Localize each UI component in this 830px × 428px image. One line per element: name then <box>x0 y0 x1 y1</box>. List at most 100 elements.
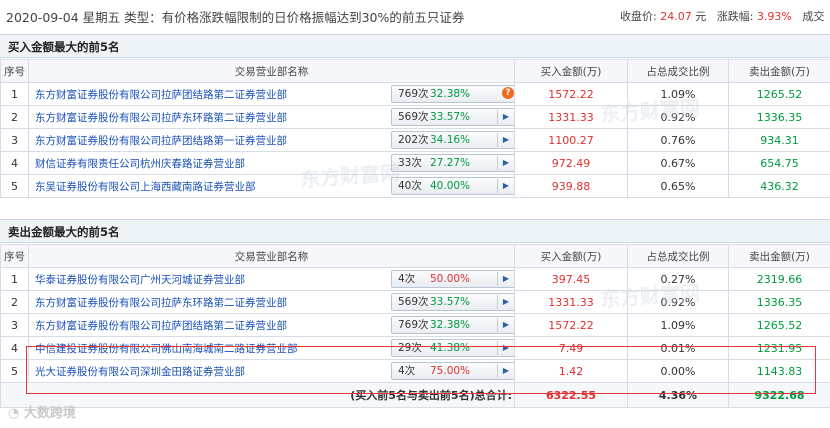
trade-count: 4次 <box>398 365 416 377</box>
branch-stats-button[interactable]: 202次 34.16% ▶ <box>391 131 514 149</box>
expand-arrow-icon[interactable]: ▶ <box>497 156 514 170</box>
branch-stats-button[interactable]: 29次 41.38% ▶ <box>391 339 514 357</box>
row-seq: 3 <box>0 313 29 337</box>
total-row: (买入前5名与卖出前5名)总合计: 6322.55 4.36% 9322.68 <box>0 382 830 408</box>
ratio: 0.92% <box>627 290 729 314</box>
buy-amount: 1572.22 <box>514 313 628 337</box>
trade-count: 769次 <box>398 319 429 331</box>
total-sell: 9322.68 <box>728 382 830 408</box>
sell-amount: 1265.52 <box>728 313 830 337</box>
sell-row: 3 东方财富证券股份有限公司拉萨团结路第二证券营业部 769次 32.38% ▶ 1572… <box>0 313 830 337</box>
branch-stats-button[interactable]: 569次 33.57% ▶ <box>391 108 514 126</box>
trade-count: 4次 <box>398 273 416 285</box>
buy-header-row: 序号 交易营业部名称 买入金额(万) 占总成交比例 卖出金额(万) <box>0 59 830 83</box>
sell-amount: 1336.35 <box>728 105 830 129</box>
expand-arrow-icon[interactable]: ▶ <box>497 133 514 147</box>
branch-stats-button[interactable]: 40次 40.00% ▶ <box>391 177 514 195</box>
branch-stats-button[interactable]: 4次 50.00% ▶ <box>391 270 514 288</box>
watermark-logo: ◔ 大数跨境 <box>8 406 76 421</box>
sell-amount: 1336.35 <box>728 290 830 314</box>
col-buy-amount: 买入金额(万) <box>514 59 628 83</box>
ratio: 0.27% <box>627 267 729 291</box>
sell-amount: 2319.66 <box>728 267 830 291</box>
row-seq: 4 <box>0 336 29 360</box>
buy-amount: 7.49 <box>514 336 628 360</box>
total-ratio: 4.36% <box>627 382 729 408</box>
row-seq: 5 <box>0 359 29 383</box>
branch-link[interactable]: 东吴证券股份有限公司上海西藏南路证券营业部 <box>35 179 256 194</box>
win-rate: 27.27% <box>430 157 471 169</box>
branch-stats-button[interactable]: 33次 27.27% ▶ <box>391 154 514 172</box>
buy-table: 序号 交易营业部名称 买入金额(万) 占总成交比例 卖出金额(万) 1 东方财富证… <box>0 59 830 198</box>
ratio: 0.00% <box>627 359 729 383</box>
row-seq: 3 <box>0 128 29 152</box>
win-rate: 50.00% <box>430 273 471 285</box>
sell-row: 5 光大证券股份有限公司深圳金田路证券营业部 4次 75.00% ▶ 1.42 0.00% 1… <box>0 359 830 383</box>
expand-arrow-icon[interactable]: ▶ <box>497 179 514 193</box>
sell-amount: 1231.95 <box>728 336 830 360</box>
sell-row: 4 中信建投证券股份有限公司佛山南海城南二路证券营业部 29次 41.38% ▶ 7.49… <box>0 336 830 360</box>
ratio: 0.92% <box>627 105 729 129</box>
buy-row: 2 东方财富证券股份有限公司拉萨东环路第二证券营业部 569次 33.57% ▶ 1331… <box>0 105 830 129</box>
branch-link[interactable]: 东方财富证券股份有限公司拉萨东环路第二证券营业部 <box>35 295 287 310</box>
win-rate: 34.16% <box>430 134 471 146</box>
branch-stats-button[interactable]: 569次 33.57% ▶ <box>391 293 514 311</box>
expand-arrow-icon[interactable]: ▶ <box>497 318 514 332</box>
page-title: 2020-09-04 星期五 类型：有价格涨跌幅限制的日价格振幅达到30%的前五… <box>6 10 465 25</box>
header-bar: 2020-09-04 星期五 类型：有价格涨跌幅限制的日价格振幅达到30%的前五… <box>0 0 830 30</box>
col-ratio: 占总成交比例 <box>627 59 729 83</box>
row-seq: 4 <box>0 151 29 175</box>
ratio: 0.65% <box>627 174 729 198</box>
win-rate: 32.38% <box>430 88 471 100</box>
branch-link[interactable]: 财信证券有限责任公司杭州庆春路证券营业部 <box>35 156 245 171</box>
expand-arrow-icon[interactable]: ▶ <box>497 272 514 286</box>
sell-table: 序号 交易营业部名称 买入金额(万) 占总成交比例 卖出金额(万) 1 华泰证券股… <box>0 244 830 408</box>
sell-row: 1 华泰证券股份有限公司广州天河城证券营业部 4次 50.00% ▶ 397.45 0.27… <box>0 267 830 291</box>
col-sell-amount: 卖出金额(万) <box>728 244 830 268</box>
win-rate: 33.57% <box>430 111 471 123</box>
total-buy: 6322.55 <box>514 382 628 408</box>
buy-amount: 1100.27 <box>514 128 628 152</box>
branch-link[interactable]: 华泰证券股份有限公司广州天河城证券营业部 <box>35 272 245 287</box>
win-rate: 33.57% <box>430 296 471 308</box>
buy-row: 1 东方财富证券股份有限公司拉萨团结路第二证券营业部 769次 32.38%? 1572… <box>0 82 830 106</box>
win-rate: 40.00% <box>430 180 471 192</box>
row-seq: 5 <box>0 174 29 198</box>
col-branch: 交易营业部名称 <box>28 59 515 83</box>
branch-link[interactable]: 东方财富证券股份有限公司拉萨团结路第二证券营业部 <box>35 318 287 333</box>
expand-arrow-icon[interactable]: ▶ <box>497 341 514 355</box>
trade-count: 769次 <box>398 88 429 100</box>
trade-count: 40次 <box>398 180 422 192</box>
sell-row: 2 东方财富证券股份有限公司拉萨东环路第二证券营业部 569次 33.57% ▶ 1331… <box>0 290 830 314</box>
ratio: 0.01% <box>627 336 729 360</box>
branch-link[interactable]: 东方财富证券股份有限公司拉萨东环路第二证券营业部 <box>35 110 287 125</box>
row-seq: 1 <box>0 267 29 291</box>
expand-arrow-icon[interactable]: ▶ <box>497 295 514 309</box>
sell-header-row: 序号 交易营业部名称 买入金额(万) 占总成交比例 卖出金额(万) <box>0 244 830 268</box>
trade-count: 569次 <box>398 296 429 308</box>
sell-section-heading: 卖出金额最大的前5名 <box>0 219 830 243</box>
branch-link[interactable]: 东方财富证券股份有限公司拉萨团结路第二证券营业部 <box>35 87 287 102</box>
branch-link[interactable]: 东方财富证券股份有限公司拉萨团结路第一证券营业部 <box>35 133 287 148</box>
branch-stats-button[interactable]: 769次 32.38%? <box>391 85 514 103</box>
win-rate: 32.38% <box>430 319 471 331</box>
expand-arrow-icon[interactable]: ▶ <box>497 364 514 378</box>
col-seq: 序号 <box>0 244 29 268</box>
price-summary: 收盘价: 24.07 元 涨跌幅: 3.93% 成交 <box>620 10 825 23</box>
col-sell-amount: 卖出金额(万) <box>728 59 830 83</box>
sell-amount: 436.32 <box>728 174 830 198</box>
trade-count: 33次 <box>398 157 422 169</box>
branch-stats-button[interactable]: 769次 32.38% ▶ <box>391 316 514 334</box>
buy-amount: 1331.33 <box>514 105 628 129</box>
buy-amount: 1572.22 <box>514 82 628 106</box>
buy-row: 5 东吴证券股份有限公司上海西藏南路证券营业部 40次 40.00% ▶ 939.88 0.… <box>0 174 830 198</box>
buy-amount: 397.45 <box>514 267 628 291</box>
watermark-icon: ◔ <box>8 406 20 421</box>
branch-link[interactable]: 中信建投证券股份有限公司佛山南海城南二路证券营业部 <box>35 341 298 356</box>
branch-link[interactable]: 光大证券股份有限公司深圳金田路证券营业部 <box>35 364 245 379</box>
warning-icon[interactable]: ? <box>502 87 514 99</box>
expand-arrow-icon[interactable]: ▶ <box>497 110 514 124</box>
change-percent: 3.93% <box>756 10 792 23</box>
branch-stats-button[interactable]: 4次 75.00% ▶ <box>391 362 514 380</box>
buy-row: 4 财信证券有限责任公司杭州庆春路证券营业部 33次 27.27% ▶ 972.49 0.6… <box>0 151 830 175</box>
